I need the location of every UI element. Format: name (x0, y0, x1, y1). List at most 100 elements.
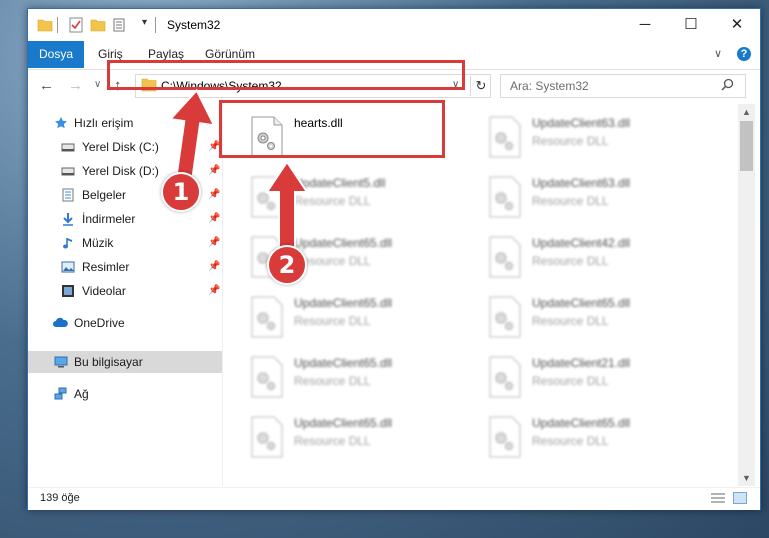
expand-ribbon-icon[interactable]: ∨ (714, 47, 722, 60)
window-title: System32 (167, 18, 221, 32)
help-icon[interactable]: ? (737, 47, 751, 61)
nav-label: OneDrive (74, 316, 125, 330)
file-name: UpdateClient21.dll (532, 356, 631, 370)
recent-locations-icon[interactable]: ∨ (94, 79, 101, 90)
sidebar-item-videos[interactable]: Videolar 📌 (28, 280, 222, 302)
documents-icon (62, 188, 74, 202)
large-icons-view-icon[interactable] (733, 492, 747, 504)
star-icon (55, 117, 67, 129)
close-button[interactable]: ✕ (714, 9, 760, 41)
file-name: UpdateClient42.dll (532, 236, 631, 250)
step-1-badge: 1 (161, 172, 201, 212)
status-bar: 139 öğe (28, 487, 760, 510)
file-item[interactable]: UpdateClient63.dll Resource DLL (484, 170, 714, 226)
dll-file-icon (251, 296, 283, 338)
search-input[interactable]: Ara: System32 (510, 79, 589, 93)
forward-arrow-icon[interactable]: → (68, 77, 83, 94)
magnifier-icon (721, 78, 734, 91)
nav-label: Yerel Disk (D:) (82, 164, 159, 178)
file-type: Resource DLL (532, 374, 609, 388)
sidebar-item-pictures[interactable]: Resimler 📌 (28, 256, 222, 278)
nav-label: Yerel Disk (C:) (82, 140, 159, 154)
dll-file-icon (251, 416, 283, 458)
folder-icon (37, 19, 53, 32)
chevron-down-icon[interactable]: ▾ (142, 17, 147, 28)
nav-label: İndirmeler (82, 212, 136, 226)
details-view-icon[interactable] (711, 492, 725, 504)
file-name: UpdateClient65.dll (532, 416, 631, 430)
search-box[interactable]: Ara: System32 (500, 74, 746, 98)
file-type: Resource DLL (532, 134, 609, 148)
file-item[interactable]: UpdateClient65.dll Resource DLL (484, 290, 714, 346)
refresh-icon[interactable]: ↻ (470, 76, 491, 96)
new-folder-icon[interactable] (90, 17, 106, 33)
scroll-up-icon[interactable]: ▲ (738, 104, 755, 120)
dll-file-icon (489, 296, 521, 338)
nav-label: Belgeler (82, 188, 127, 202)
dll-file-icon (251, 356, 283, 398)
music-icon (63, 238, 72, 249)
tab-file[interactable]: Dosya (28, 41, 85, 68)
maximize-button[interactable]: ☐ (668, 9, 714, 41)
file-name: UpdateClient65.dll (294, 296, 393, 310)
toolbar-separator (57, 17, 58, 33)
file-item[interactable]: UpdateClient21.dll Resource DLL (484, 350, 714, 406)
file-name: UpdateClient65.dll (294, 356, 393, 370)
file-type: Resource DLL (294, 374, 371, 388)
nav-label: Resimler (82, 260, 130, 274)
file-item[interactable]: UpdateClient65.dll Resource DLL (246, 350, 476, 406)
toolbar-separator (155, 17, 156, 33)
nav-label: Videolar (82, 284, 126, 298)
step-2-badge: 2 (267, 245, 307, 285)
scroll-thumb[interactable] (740, 121, 753, 171)
title-bar: ▾ System32 ─ ☐ ✕ (28, 9, 760, 41)
file-item[interactable]: UpdateClient65.dll Resource DLL (246, 290, 476, 346)
address-bar-highlight (107, 60, 465, 90)
scroll-down-icon[interactable]: ▼ (738, 470, 755, 486)
vertical-scrollbar[interactable]: ▲ ▼ (738, 104, 755, 486)
file-item[interactable]: UpdateClient65.dll Resource DLL (484, 410, 714, 466)
properties-icon[interactable] (68, 17, 84, 33)
pin-icon[interactable]: 📌 (208, 208, 220, 230)
dll-file-icon (489, 416, 521, 458)
videos-icon (62, 285, 74, 297)
file-type: Resource DLL (294, 434, 371, 448)
sidebar-item-downloads[interactable]: İndirmeler 📌 (28, 208, 222, 230)
file-item[interactable]: UpdateClient42.dll Resource DLL (484, 230, 714, 286)
file-type: Resource DLL (294, 314, 371, 328)
file-item[interactable]: UpdateClient63.dll Resource DLL (484, 110, 714, 166)
file-type: Resource DLL (532, 434, 609, 448)
pin-icon[interactable]: 📌 (208, 280, 220, 302)
back-arrow-icon[interactable]: ← (39, 77, 54, 94)
dll-file-icon (489, 236, 521, 278)
dll-file-icon (489, 116, 521, 158)
pictures-icon (61, 261, 75, 273)
file-item[interactable]: UpdateClient65.dll Resource DLL (246, 410, 476, 466)
file-name: UpdateClient65.dll (294, 416, 393, 430)
dll-file-icon (489, 176, 521, 218)
cloud-icon (53, 317, 68, 327)
sidebar-item-network[interactable]: Ağ (28, 383, 222, 405)
drive-icon (61, 167, 75, 176)
file-type: Resource DLL (532, 314, 609, 328)
minimize-button[interactable]: ─ (622, 9, 668, 41)
sidebar-item-this-pc[interactable]: Bu bilgisayar (28, 351, 222, 373)
file-type: Resource DLL (532, 194, 609, 208)
pin-icon[interactable]: 📌 (208, 232, 220, 254)
drive-icon (61, 143, 75, 152)
item-count: 139 öğe (40, 492, 80, 504)
nav-label: Bu bilgisayar (74, 355, 143, 369)
sidebar-item-onedrive[interactable]: OneDrive (28, 312, 222, 334)
customize-icon[interactable] (113, 17, 129, 33)
nav-label: Ağ (74, 387, 89, 401)
file-name: UpdateClient63.dll (532, 176, 631, 190)
file-name: UpdateClient65.dll (532, 296, 631, 310)
pane-divider (222, 104, 223, 486)
file-name: UpdateClient63.dll (532, 116, 631, 130)
pin-icon[interactable]: 📌 (208, 256, 220, 278)
network-icon (54, 387, 67, 400)
file-highlight (219, 100, 445, 158)
arrow-1-icon (168, 88, 216, 188)
sidebar-item-music[interactable]: Müzik 📌 (28, 232, 222, 254)
dll-file-icon (489, 356, 521, 398)
